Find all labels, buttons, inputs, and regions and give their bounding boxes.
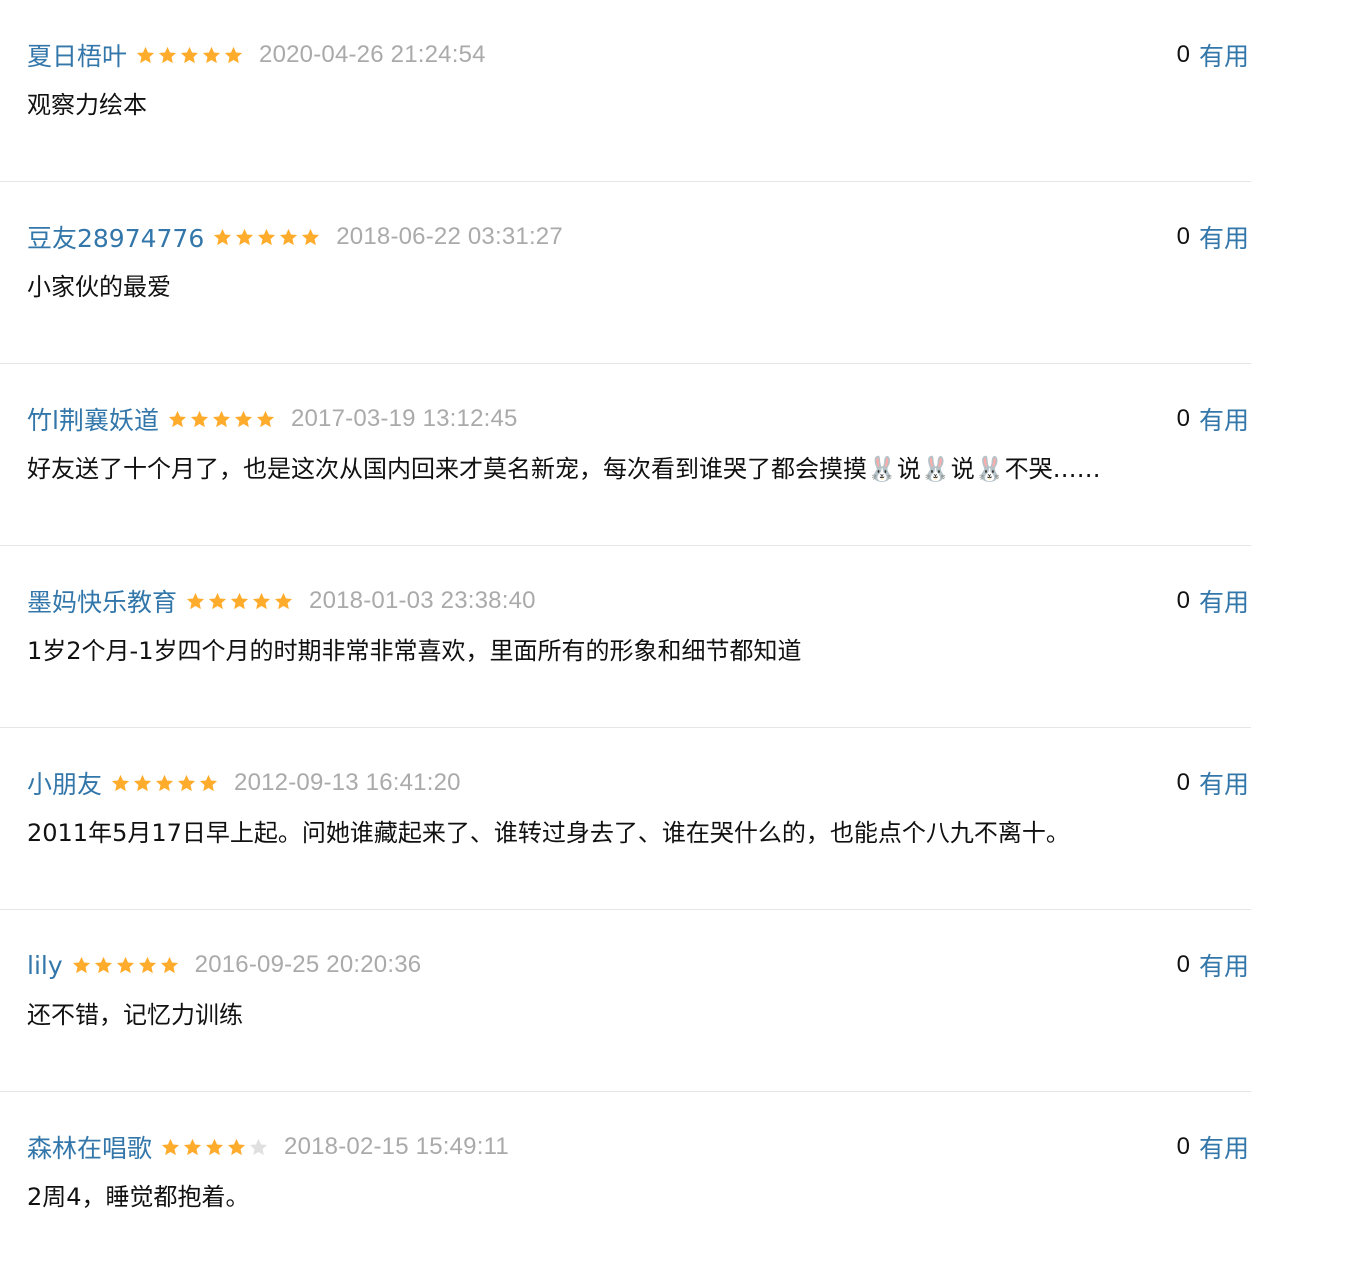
star-icon	[204, 1137, 225, 1158]
star-icon	[182, 1137, 203, 1158]
rating-stars	[212, 227, 322, 248]
comment-header: 夏日梧叶 2020-04-26 21:24:54	[27, 38, 486, 72]
star-icon	[211, 409, 232, 430]
comment-time: 2018-06-22 03:31:27	[336, 223, 563, 250]
comment-header: 森林在唱歌 2018-02-15 15:49:11	[27, 1130, 509, 1164]
star-icon	[71, 955, 92, 976]
comment-time: 2017-03-19 13:12:45	[290, 405, 518, 432]
comment-header: 豆友28974776 2018-06-22 03:31:27	[27, 220, 563, 254]
vote-count: 0	[1176, 405, 1190, 432]
star-icon	[179, 45, 200, 66]
star-icon	[234, 227, 255, 248]
star-icon	[248, 1137, 269, 1158]
star-icon	[207, 591, 228, 612]
vote-useful-button[interactable]: 有用	[1199, 219, 1249, 255]
vote-useful-button[interactable]: 有用	[1199, 1129, 1249, 1165]
comment-content: 2周4，睡觉都抱着。	[27, 1183, 250, 1211]
star-icon	[278, 227, 299, 248]
star-icon	[159, 955, 180, 976]
comment-content: 还不错，记忆力训练	[27, 1001, 243, 1029]
star-icon	[189, 409, 210, 430]
comment-header: 小朋友 2012-09-13 16:41:20	[27, 766, 461, 800]
vote-area: 0 有用	[1177, 584, 1249, 618]
star-icon	[154, 773, 175, 794]
star-icon	[160, 1137, 181, 1158]
rating-stars	[135, 45, 245, 66]
rating-stars	[71, 955, 181, 976]
comment-item: 夏日梧叶 2020-04-26 21:24:54 0 有用 观察力绘本	[0, 0, 1251, 182]
vote-area: 0 有用	[1177, 766, 1249, 800]
comment-author-link[interactable]: 森林在唱歌	[27, 1129, 152, 1165]
comment-author-link[interactable]: 夏日梧叶	[27, 37, 127, 73]
star-icon	[226, 1137, 247, 1158]
comment-author-link[interactable]: 墨妈快乐教育	[27, 583, 177, 619]
star-icon	[201, 45, 222, 66]
vote-area: 0 有用	[1177, 1130, 1249, 1164]
star-icon	[212, 227, 233, 248]
vote-useful-button[interactable]: 有用	[1199, 37, 1249, 73]
comment-header: 墨妈快乐教育 2018-01-03 23:38:40	[27, 584, 536, 618]
vote-count: 0	[1176, 1133, 1190, 1160]
comment-time: 2018-02-15 15:49:11	[284, 1133, 509, 1160]
comment-item: 森林在唱歌 2018-02-15 15:49:11 0 有用 2周4，睡觉都抱着…	[0, 1092, 1251, 1274]
vote-useful-button[interactable]: 有用	[1199, 765, 1249, 801]
comment-content: 观察力绘本	[27, 91, 147, 119]
rating-stars	[167, 409, 277, 430]
comment-author-link[interactable]: 豆友28974776	[27, 219, 204, 255]
rating-stars	[160, 1137, 270, 1158]
comment-content: 小家伙的最爱	[27, 273, 171, 301]
comment-list: 夏日梧叶 2020-04-26 21:24:54 0 有用 观察力绘本 豆友28…	[0, 0, 1251, 1274]
vote-count: 0	[1176, 41, 1190, 68]
star-icon	[135, 45, 156, 66]
star-icon	[93, 955, 114, 976]
vote-count: 0	[1176, 951, 1190, 978]
star-icon	[300, 227, 321, 248]
comment-header: 竹l荆襄妖道 2017-03-19 13:12:45	[27, 402, 518, 436]
star-icon	[115, 955, 136, 976]
star-icon	[157, 45, 178, 66]
comment-item: 竹l荆襄妖道 2017-03-19 13:12:45 0 有用 好友送了十个月了…	[0, 364, 1251, 546]
comment-author-link[interactable]: 竹l荆襄妖道	[27, 401, 159, 437]
star-icon	[229, 591, 250, 612]
vote-area: 0 有用	[1177, 38, 1249, 72]
comment-author-link[interactable]: lily	[27, 951, 63, 980]
star-icon	[255, 409, 276, 430]
comment-time: 2018-01-03 23:38:40	[309, 587, 536, 614]
star-icon	[223, 45, 244, 66]
star-icon	[185, 591, 206, 612]
vote-area: 0 有用	[1177, 402, 1249, 436]
vote-useful-button[interactable]: 有用	[1199, 583, 1249, 619]
comment-content: 1岁2个月-1岁四个月的时期非常非常喜欢，里面所有的形象和细节都知道	[27, 637, 802, 665]
comment-content: 好友送了十个月了，也是这次从国内回来才莫名新宠，每次看到谁哭了都会摸摸🐰说🐰说🐰…	[27, 455, 1101, 483]
comment-item: 小朋友 2012-09-13 16:41:20 0 有用 2011年5月17日早…	[0, 728, 1251, 910]
vote-area: 0 有用	[1177, 220, 1249, 254]
comment-header: lily 2016-09-25 20:20:36	[27, 948, 421, 982]
star-icon	[251, 591, 272, 612]
star-icon	[273, 591, 294, 612]
vote-useful-button[interactable]: 有用	[1199, 401, 1249, 437]
comment-time: 2020-04-26 21:24:54	[259, 41, 486, 68]
star-icon	[137, 955, 158, 976]
star-icon	[110, 773, 131, 794]
star-icon	[176, 773, 197, 794]
comment-author-link[interactable]: 小朋友	[27, 765, 102, 801]
vote-count: 0	[1176, 587, 1190, 614]
star-icon	[132, 773, 153, 794]
vote-count: 0	[1176, 769, 1190, 796]
comment-item: 豆友28974776 2018-06-22 03:31:27 0 有用 小家伙的…	[0, 182, 1251, 364]
comment-time: 2012-09-13 16:41:20	[234, 769, 461, 796]
star-icon	[198, 773, 219, 794]
comment-time: 2016-09-25 20:20:36	[194, 951, 422, 978]
vote-count: 0	[1176, 223, 1190, 250]
comment-content: 2011年5月17日早上起。问她谁藏起来了、谁转过身去了、谁在哭什么的，也能点个…	[27, 819, 1070, 847]
vote-area: 0 有用	[1177, 948, 1249, 982]
star-icon	[167, 409, 188, 430]
comment-item: 墨妈快乐教育 2018-01-03 23:38:40 0 有用 1岁2个月-1岁…	[0, 546, 1251, 728]
star-icon	[233, 409, 254, 430]
star-icon	[256, 227, 277, 248]
comment-item: lily 2016-09-25 20:20:36 0 有用 还不错，记忆力训练	[0, 910, 1251, 1092]
vote-useful-button[interactable]: 有用	[1199, 947, 1249, 983]
rating-stars	[185, 591, 295, 612]
rating-stars	[110, 773, 220, 794]
